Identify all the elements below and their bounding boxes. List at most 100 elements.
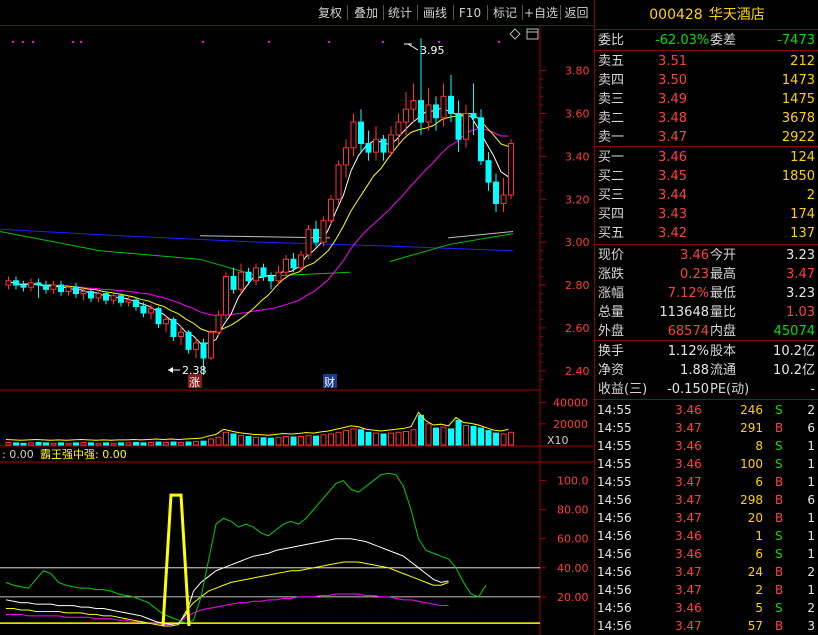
candle-up <box>80 290 87 295</box>
volume-bar <box>380 433 387 446</box>
chart-toolbar: 复权 叠加 统计 画线 F10 标记 +自选 返回 <box>0 0 594 26</box>
tick-time: 14:55 <box>597 475 632 489</box>
tick-volume: 2 <box>755 583 763 597</box>
stat-value: 3.23 <box>786 286 815 301</box>
tick-time: 14:55 <box>597 421 632 435</box>
volume-bar <box>335 431 342 446</box>
tick-volume: 5 <box>755 601 763 615</box>
kline-chart[interactable]: 3.80 3.60 3.40 3.20 3.00 2.80 2.60 2.40 40000 20… <box>0 26 594 635</box>
indicator-tick-label: 100.0 <box>557 475 589 488</box>
volume-bar <box>493 432 499 446</box>
sell-order-row: 卖三 3.49 1475 <box>595 90 818 109</box>
candle-up <box>440 95 447 119</box>
volume-axis: 40000 20000 X10 <box>540 397 588 447</box>
volume-bar <box>50 442 57 446</box>
volume-tick-label: 40000 <box>553 397 588 410</box>
candle-down <box>230 275 237 290</box>
volume-bar <box>298 436 304 446</box>
volume-bar <box>478 427 484 446</box>
tick-side: S <box>775 403 783 417</box>
tick-row: 14:56 3.47 24 B 2 <box>595 563 818 581</box>
fuquan-button[interactable]: 复权 <box>313 4 347 22</box>
sell-price: 3.50 <box>658 73 687 88</box>
quote-panel: 000428 华天酒店 委比 -62.03% 委差 -7473 卖五 3.51 212… <box>594 0 818 635</box>
tick-time: 14:56 <box>597 511 632 525</box>
volume-bar <box>118 442 124 446</box>
draw-line-button[interactable]: 画线 <box>419 4 451 22</box>
tick-side: B <box>775 565 784 579</box>
tick-price: 3.47 <box>675 475 702 489</box>
indicator-axis: 100.0 80.00 60.00 40.00 20.00 <box>540 475 589 604</box>
stat-row: 涨幅 7.12% 最低 3.23 <box>595 284 818 303</box>
buy-order-row: 买五 3.42 137 <box>595 224 818 243</box>
event-badge-zhang[interactable]: 涨 <box>188 374 202 389</box>
buy-level-label: 买四 <box>598 207 625 222</box>
volume-bar <box>403 430 409 446</box>
high-price-label: 3.95 <box>420 44 445 57</box>
tick-side: B <box>775 421 784 435</box>
add-watchlist-button[interactable]: +自选 <box>523 4 559 22</box>
volume-bar <box>215 436 222 446</box>
indicator-white-line <box>5 538 449 626</box>
tick-side: S <box>775 529 783 543</box>
volume-bar <box>283 436 289 446</box>
candle-up <box>500 194 507 205</box>
tick-row: 14:55 3.47 291 B 6 <box>595 419 818 437</box>
tick-side: S <box>775 601 783 615</box>
volume-bar <box>470 425 477 446</box>
sell-level-label: 卖五 <box>598 54 625 69</box>
ma-gray-line-recent <box>447 230 514 239</box>
stat-row: 外盘 68574 内盘 45074 <box>595 322 818 341</box>
candle-up <box>238 271 244 290</box>
volume-bar <box>305 435 312 446</box>
tick-price: 3.46 <box>675 439 702 453</box>
volume-bar <box>425 423 432 446</box>
candle-down <box>485 160 492 183</box>
volume-bar <box>238 435 244 446</box>
stat-row: 涨跌 0.23 最高 3.47 <box>595 265 818 284</box>
volume-bar <box>163 441 169 446</box>
volume-bar <box>80 441 87 446</box>
volume-bar <box>65 442 72 446</box>
tick-volume: 298 <box>740 493 763 507</box>
volume-tick-label: 20000 <box>553 418 588 431</box>
f10-button[interactable]: F10 <box>455 4 485 22</box>
back-button[interactable]: 返回 <box>561 4 592 22</box>
volume-bar <box>95 442 102 446</box>
overlay-button[interactable]: 叠加 <box>349 4 383 22</box>
stat-value: 68574 <box>667 324 709 339</box>
candle-up <box>5 280 12 286</box>
candle-down <box>268 275 274 282</box>
price-tick-label: 2.40 <box>565 365 590 378</box>
volume-bar <box>43 442 49 446</box>
sell-price: 3.49 <box>658 92 687 107</box>
stat-value: 45074 <box>773 324 815 339</box>
divider <box>595 50 818 51</box>
candle-down <box>88 290 94 299</box>
sell-volume: 1475 <box>781 92 815 107</box>
sell-order-row: 卖五 3.51 212 <box>595 52 818 71</box>
tick-row: 14:55 3.46 8 S 1 <box>595 437 818 455</box>
tick-price: 3.46 <box>675 547 702 561</box>
diamond-icon[interactable] <box>509 28 521 40</box>
tick-volume: 246 <box>740 403 763 417</box>
mark-button[interactable]: 标记 <box>489 4 521 22</box>
volume-bar <box>365 431 372 446</box>
candle-up <box>148 308 154 314</box>
buy-price: 3.46 <box>658 150 687 165</box>
tick-side: B <box>775 511 784 525</box>
tick-time: 14:55 <box>597 439 632 453</box>
event-badge-cai[interactable]: 财 <box>323 374 337 389</box>
tick-side: S <box>775 439 783 453</box>
window-toggle-icon[interactable] <box>526 28 539 40</box>
candle-down <box>13 280 19 286</box>
buy-level-label: 买一 <box>598 150 625 165</box>
tick-count: 1 <box>807 511 815 525</box>
statistics-button[interactable]: 统计 <box>385 4 415 22</box>
chart-frame <box>0 26 594 635</box>
stat-value: 10.2亿 <box>773 344 815 359</box>
stat-value: 0.23 <box>680 267 709 282</box>
candle-up <box>208 331 214 359</box>
candle-down <box>73 286 79 295</box>
candle-down <box>358 121 364 145</box>
